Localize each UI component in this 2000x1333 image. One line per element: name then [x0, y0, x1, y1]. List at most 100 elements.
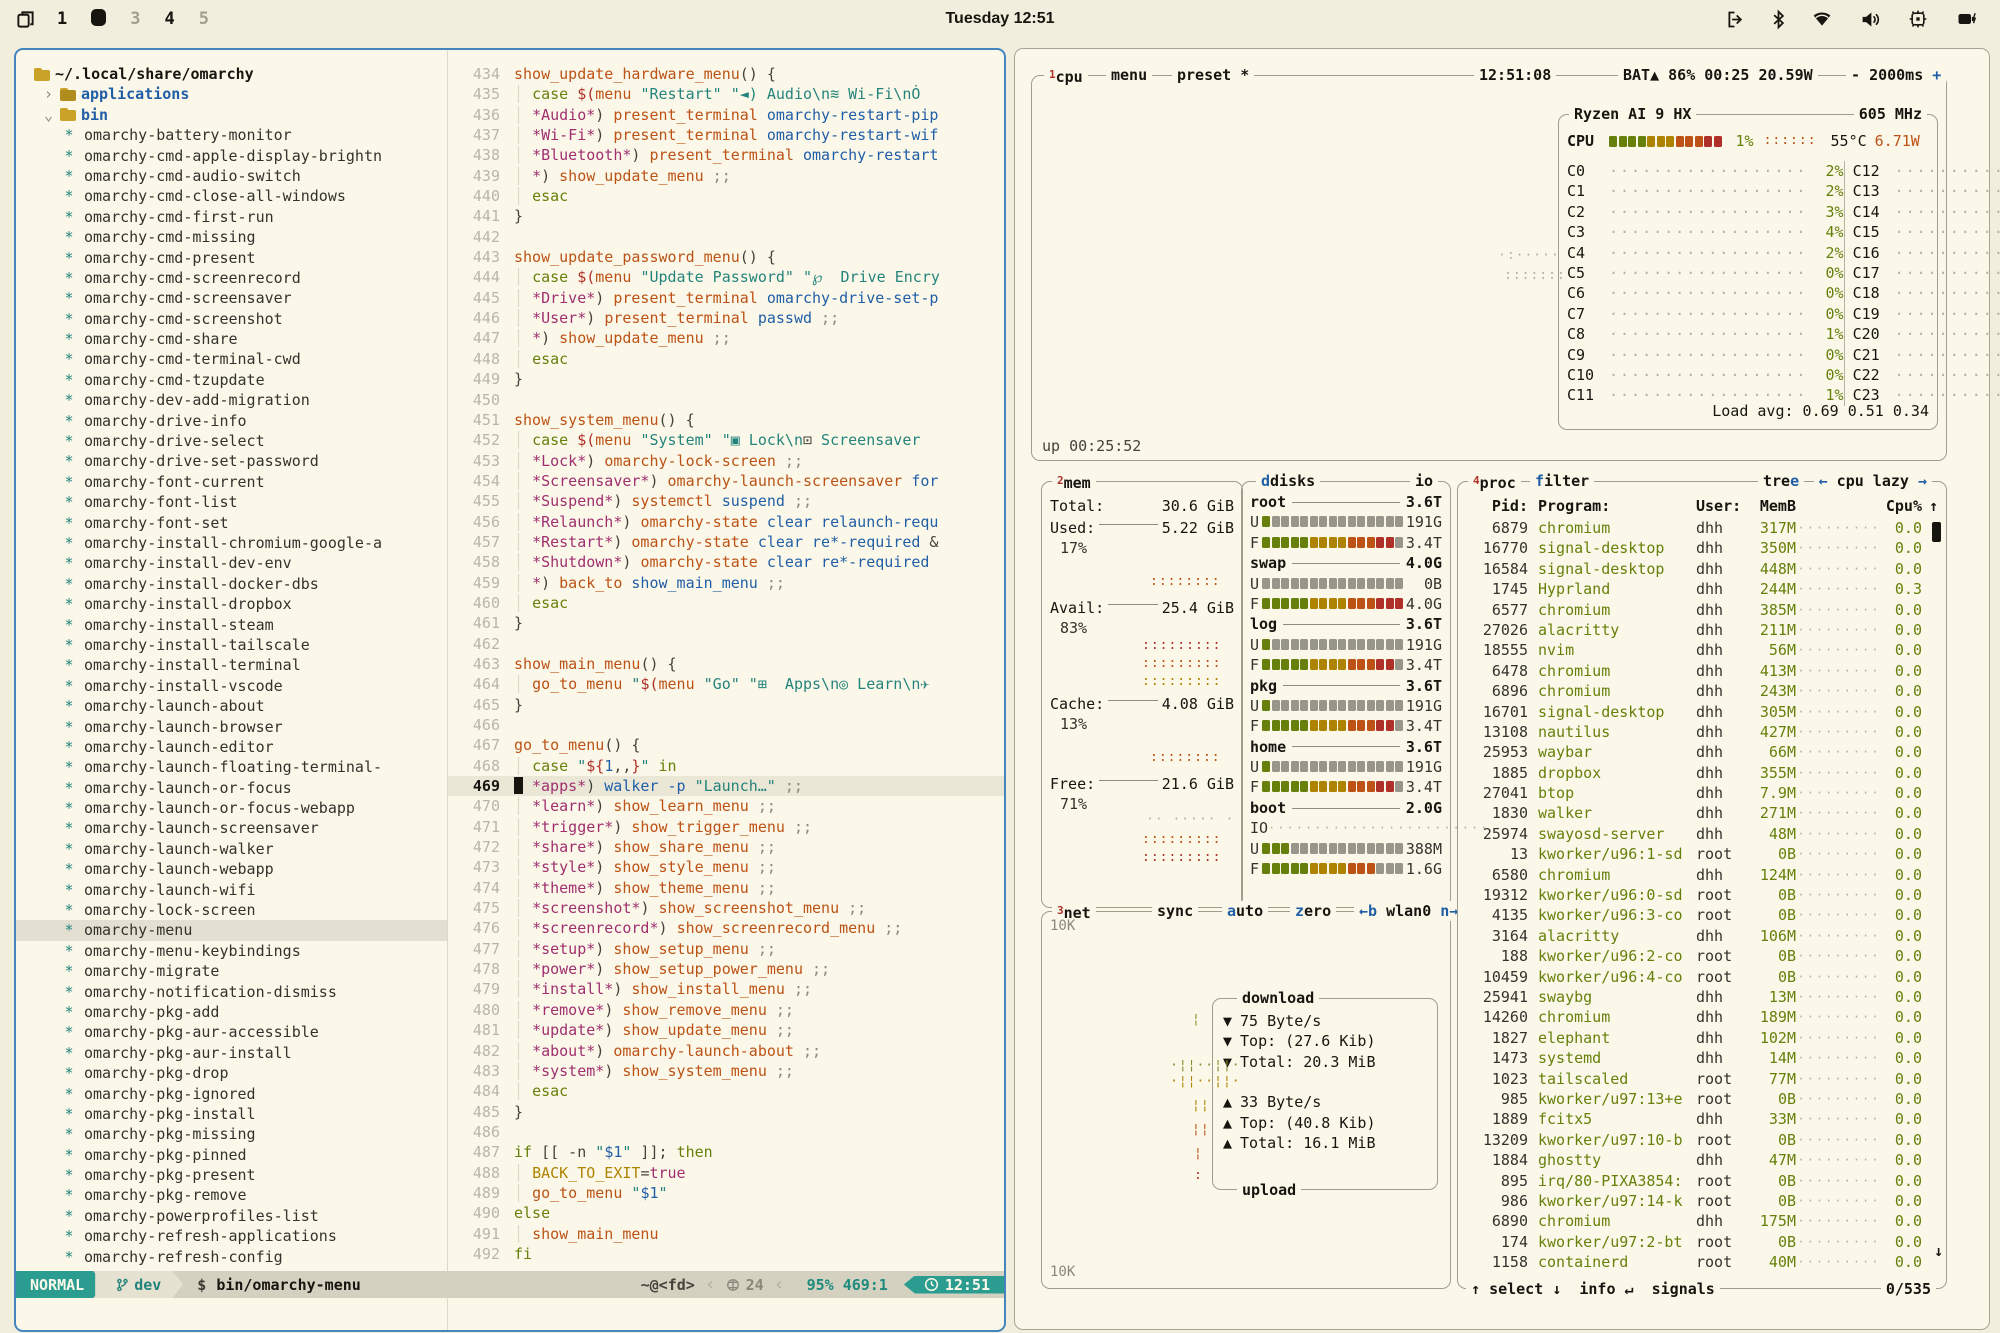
tree-file-omarchy-install-docker-dbs[interactable]: *omarchy-install-docker-dbs	[32, 574, 447, 594]
process-row-18555[interactable]: 18555nvimdhh56M·········0.0	[1466, 640, 1938, 660]
code-line-488[interactable]: 488│ BACK_TO_EXIT=true	[448, 1163, 1004, 1183]
code-line-484[interactable]: 484│ esac	[448, 1081, 1004, 1101]
tree-file-omarchy-battery-monitor[interactable]: *omarchy-battery-monitor	[32, 125, 447, 145]
tree-file-omarchy-pkg-missing[interactable]: *omarchy-pkg-missing	[32, 1124, 447, 1144]
tree-file-omarchy-migrate[interactable]: *omarchy-migrate	[32, 961, 447, 981]
code-line-485[interactable]: 485}	[448, 1102, 1004, 1122]
tree-file-omarchy-drive-set-password[interactable]: *omarchy-drive-set-password	[32, 451, 447, 471]
process-row-13209[interactable]: 13209kworker/u97:10-broot0B·········0.0	[1466, 1130, 1938, 1150]
code-line-463[interactable]: 463show_main_menu() {	[448, 654, 1004, 674]
tree-dir-applications[interactable]: ›applications	[32, 84, 447, 104]
process-row-6890[interactable]: 6890chromiumdhh175M·········0.0	[1466, 1211, 1938, 1231]
process-row-6879[interactable]: 6879chromiumdhh317M·········0.0	[1466, 518, 1938, 538]
code-line-457[interactable]: 457│ *Restart*) omarchy-state clear re*-…	[448, 532, 1004, 552]
process-row-25941[interactable]: 25941swaybgdhh13M·········0.0	[1466, 987, 1938, 1007]
tree-file-omarchy-launch-walker[interactable]: *omarchy-launch-walker	[32, 839, 447, 859]
process-row-1023[interactable]: 1023tailscaledroot77M·········0.0	[1466, 1069, 1938, 1089]
proc-footer[interactable]: ↑ select ↓ info ↵ signals	[1466, 1280, 1720, 1298]
code-line-450[interactable]: 450	[448, 390, 1004, 410]
mem-box-title[interactable]: 2mem	[1052, 471, 1096, 493]
process-row-174[interactable]: 174kworker/u97:2-btroot0B·········0.0	[1466, 1232, 1938, 1252]
tree-file-omarchy-pkg-aur-install[interactable]: *omarchy-pkg-aur-install	[32, 1043, 447, 1063]
code-line-474[interactable]: 474│ *theme*) show_theme_menu ;;	[448, 878, 1004, 898]
process-row-188[interactable]: 188kworker/u96:2-coroot0B·········0.0	[1466, 946, 1938, 966]
tree-file-omarchy-notification-dismiss[interactable]: *omarchy-notification-dismiss	[32, 982, 447, 1002]
code-line-455[interactable]: 455│ *Suspend*) systemctl suspend ;;	[448, 491, 1004, 511]
process-row-1827[interactable]: 1827elephantdhh102M·········0.0	[1466, 1028, 1938, 1048]
process-row-25953[interactable]: 25953waybardhh66M·········0.0	[1466, 742, 1938, 762]
code-line-439[interactable]: 439│ *) show_update_menu ;;	[448, 166, 1004, 186]
code-line-443[interactable]: 443show_update_password_menu() {	[448, 247, 1004, 267]
code-line-441[interactable]: 441}	[448, 206, 1004, 226]
filter-button[interactable]: filter	[1530, 471, 1594, 491]
tree-file-omarchy-launch-editor[interactable]: *omarchy-launch-editor	[32, 737, 447, 757]
tree-file-omarchy-pkg-pinned[interactable]: *omarchy-pkg-pinned	[32, 1145, 447, 1165]
tree-file-omarchy-install-dropbox[interactable]: *omarchy-install-dropbox	[32, 594, 447, 614]
process-row-19312[interactable]: 19312kworker/u96:0-sdroot0B·········0.0	[1466, 885, 1938, 905]
tree-file-omarchy-cmd-present[interactable]: *omarchy-cmd-present	[32, 248, 447, 268]
code-line-436[interactable]: 436│ *Audio*) present_terminal omarchy-r…	[448, 105, 1004, 125]
tree-file-omarchy-pkg-ignored[interactable]: *omarchy-pkg-ignored	[32, 1084, 447, 1104]
code-line-483[interactable]: 483│ *system*) show_system_menu ;;	[448, 1061, 1004, 1081]
process-row-16584[interactable]: 16584signal-desktopdhh448M·········0.0	[1466, 559, 1938, 579]
process-row-6478[interactable]: 6478chromiumdhh413M·········0.0	[1466, 661, 1938, 681]
code-line-444[interactable]: 444│ case $(menu "Update Password" "℘ Dr…	[448, 267, 1004, 287]
tree-file-omarchy-pkg-drop[interactable]: *omarchy-pkg-drop	[32, 1063, 447, 1083]
code-line-477[interactable]: 477│ *setup*) show_setup_menu ;;	[448, 939, 1004, 959]
tree-file-omarchy-install-tailscale[interactable]: *omarchy-install-tailscale	[32, 635, 447, 655]
tree-file-omarchy-install-vscode[interactable]: *omarchy-install-vscode	[32, 676, 447, 696]
code-line-454[interactable]: 454│ *Screensaver*) omarchy-launch-scree…	[448, 471, 1004, 491]
tree-file-omarchy-launch-floating-terminal-[interactable]: *omarchy-launch-floating-terminal-	[32, 757, 447, 777]
tree-file-omarchy-launch-or-focus-webapp[interactable]: *omarchy-launch-or-focus-webapp	[32, 798, 447, 818]
code-line-460[interactable]: 460│ esac	[448, 593, 1004, 613]
code-line-492[interactable]: 492fi	[448, 1244, 1004, 1264]
code-line-461[interactable]: 461}	[448, 613, 1004, 633]
code-line-456[interactable]: 456│ *Relaunch*) omarchy-state clear rel…	[448, 512, 1004, 532]
tree-file-omarchy-launch-webapp[interactable]: *omarchy-launch-webapp	[32, 859, 447, 879]
code-line-487[interactable]: 487if [[ -n "$1" ]]; then	[448, 1142, 1004, 1162]
net-interface[interactable]: ←b wlan0 n→	[1354, 901, 1463, 921]
io-toggle[interactable]: io	[1410, 471, 1438, 491]
tree-file-omarchy-install-dev-env[interactable]: *omarchy-install-dev-env	[32, 553, 447, 573]
tree-root[interactable]: ~/.local/share/omarchy	[32, 64, 447, 84]
process-row-27026[interactable]: 27026alacrittydhh211M·········0.0	[1466, 620, 1938, 640]
tree-dir-bin[interactable]: ⌄bin	[32, 105, 447, 125]
code-line-481[interactable]: 481│ *update*) show_update_menu ;;	[448, 1020, 1004, 1040]
code-line-447[interactable]: 447│ *) show_update_menu ;;	[448, 328, 1004, 348]
tree-file-omarchy-menu-keybindings[interactable]: *omarchy-menu-keybindings	[32, 941, 447, 961]
code-line-480[interactable]: 480│ *remove*) show_remove_menu ;;	[448, 1000, 1004, 1020]
tree-file-omarchy-launch-screensaver[interactable]: *omarchy-launch-screensaver	[32, 818, 447, 838]
cpu-box-title[interactable]: 1cpu	[1044, 65, 1088, 87]
tree-file-omarchy-cmd-share[interactable]: *omarchy-cmd-share	[32, 329, 447, 349]
code-line-486[interactable]: 486	[448, 1122, 1004, 1142]
code-line-452[interactable]: 452│ case $(menu "System" "▣ Lock\n⊡ Scr…	[448, 430, 1004, 450]
process-row-1885[interactable]: 1885dropboxdhh355M·········0.0	[1466, 763, 1938, 783]
code-line-458[interactable]: 458│ *Shutdown*) omarchy-state clear re*…	[448, 552, 1004, 572]
process-row-4135[interactable]: 4135kworker/u96:3-coroot0B·········0.0	[1466, 905, 1938, 925]
tree-file-omarchy-launch-wifi[interactable]: *omarchy-launch-wifi	[32, 880, 447, 900]
tree-file-omarchy-lock-screen[interactable]: *omarchy-lock-screen	[32, 900, 447, 920]
code-line-478[interactable]: 478│ *power*) show_setup_power_menu ;;	[448, 959, 1004, 979]
tree-file-omarchy-refresh-config[interactable]: *omarchy-refresh-config	[32, 1247, 447, 1267]
proc-box-title[interactable]: 4proc	[1468, 471, 1521, 493]
btop-window[interactable]: 1cpu menu preset * 12:51:08 BAT▲ 86% 00:…	[1014, 48, 1990, 1330]
process-row-1158[interactable]: 1158containerdroot40M·········0.0	[1466, 1252, 1938, 1272]
tree-file-omarchy-dev-add-migration[interactable]: *omarchy-dev-add-migration	[32, 390, 447, 410]
process-row-1830[interactable]: 1830walkerdhh271M·········0.0	[1466, 803, 1938, 823]
code-line-438[interactable]: 438│ *Bluetooth*) present_terminal omarc…	[448, 145, 1004, 165]
tree-file-omarchy-cmd-audio-switch[interactable]: *omarchy-cmd-audio-switch	[32, 166, 447, 186]
code-line-445[interactable]: 445│ *Drive*) present_terminal omarchy-d…	[448, 288, 1004, 308]
process-row-6896[interactable]: 6896chromiumdhh243M·········0.0	[1466, 681, 1938, 701]
process-row-27041[interactable]: 27041btopdhh7.9M·········0.0	[1466, 783, 1938, 803]
process-row-1884[interactable]: 1884ghosttydhh47M·········0.0	[1466, 1150, 1938, 1170]
process-row-16770[interactable]: 16770signal-desktopdhh350M·········0.0	[1466, 538, 1938, 558]
code-line-473[interactable]: 473│ *style*) show_style_menu ;;	[448, 857, 1004, 877]
tree-file-omarchy-cmd-screenshot[interactable]: *omarchy-cmd-screenshot	[32, 309, 447, 329]
tree-file-omarchy-cmd-tzupdate[interactable]: *omarchy-cmd-tzupdate	[32, 370, 447, 390]
process-row-985[interactable]: 985kworker/u97:13+eroot0B·········0.0	[1466, 1089, 1938, 1109]
code-editor[interactable]: 434show_update_hardware_menu() {435│ cas…	[448, 50, 1004, 1330]
proc-nav[interactable]: ← cpu lazy →	[1814, 471, 1932, 491]
code-line-482[interactable]: 482│ *about*) omarchy-launch-about ;;	[448, 1041, 1004, 1061]
tree-file-omarchy-font-list[interactable]: *omarchy-font-list	[32, 492, 447, 512]
net-sync-toggle[interactable]: sync	[1152, 901, 1198, 921]
